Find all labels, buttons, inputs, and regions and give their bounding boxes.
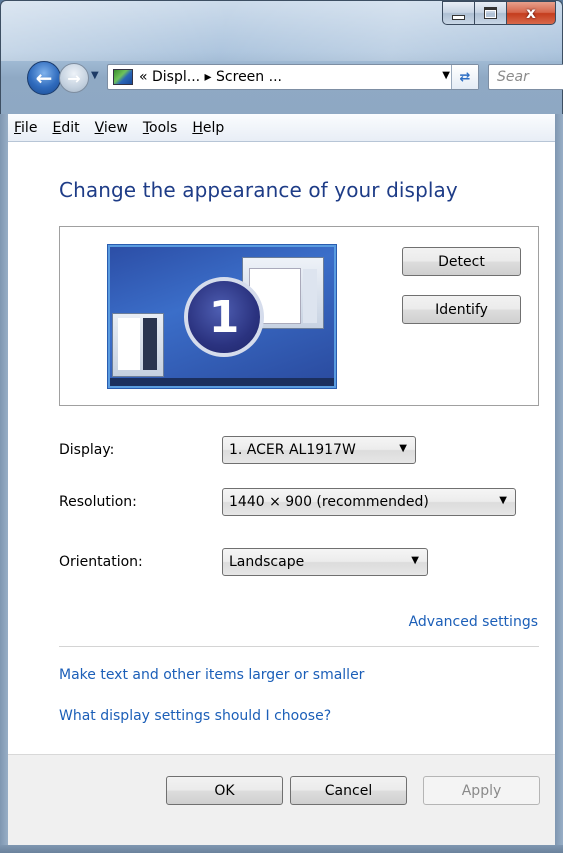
search-input[interactable]: Sear <box>488 64 563 90</box>
identify-button[interactable]: Identify <box>402 295 521 324</box>
close-icon: x <box>526 4 536 22</box>
chevron-down-icon: ▼ <box>499 495 507 506</box>
thumbnail-taskbar <box>110 378 334 386</box>
frame-bottom-edge <box>0 845 563 853</box>
monitor-number-badge: 1 <box>184 277 264 357</box>
resolution-label: Resolution: <box>59 494 137 510</box>
advanced-settings-link[interactable]: Advanced settings <box>409 614 538 630</box>
refresh-button[interactable]: ⇄ <box>451 65 478 89</box>
back-button[interactable]: ← <box>27 61 61 95</box>
detect-button[interactable]: Detect <box>402 247 521 276</box>
chevron-down-icon: ▼ <box>411 555 419 566</box>
chevron-down-icon: ▼ <box>399 443 407 454</box>
monitor-1-thumbnail[interactable]: 1 <box>108 245 336 388</box>
page-title: Change the appearance of your display <box>59 178 458 202</box>
minimize-button[interactable] <box>442 1 474 25</box>
navigation-bar: ← → ▼ « Displ... ▸ Screen ... ▼ ⇄ Sear <box>23 61 563 97</box>
ok-button[interactable]: OK <box>166 776 283 805</box>
display-select-value: 1. ACER AL1917W <box>229 442 356 458</box>
divider <box>59 646 539 647</box>
orientation-label: Orientation: <box>59 554 143 570</box>
text-size-link[interactable]: Make text and other items larger or smal… <box>59 667 364 683</box>
back-arrow-icon: ← <box>35 66 53 90</box>
recent-pages-dropdown[interactable]: ▼ <box>91 70 99 81</box>
orientation-select[interactable]: Landscape ▼ <box>222 548 428 576</box>
thumbnail-window-icon <box>112 313 164 377</box>
maximize-icon <box>484 7 497 19</box>
address-bar[interactable]: « Displ... ▸ Screen ... ▼ ⇄ <box>107 64 479 90</box>
display-folder-icon <box>113 69 133 85</box>
menu-tools[interactable]: Tools <box>137 120 187 136</box>
chevron-down-icon: ▼ <box>91 70 99 81</box>
resolution-select[interactable]: 1440 × 900 (recommended) ▼ <box>222 488 516 516</box>
display-label: Display: <box>59 442 115 458</box>
forward-arrow-icon: → <box>67 68 81 88</box>
menu-edit[interactable]: Edit <box>46 120 88 136</box>
display-select[interactable]: 1. ACER AL1917W ▼ <box>222 436 416 464</box>
menu-file[interactable]: File <box>8 120 46 136</box>
menu-bar: File Edit View Tools Help <box>8 114 555 142</box>
caption-buttons: x <box>442 1 556 25</box>
display-help-link[interactable]: What display settings should I choose? <box>59 708 331 724</box>
orientation-select-value: Landscape <box>229 554 305 570</box>
frame-right-edge <box>555 114 563 845</box>
maximize-button[interactable] <box>474 1 506 25</box>
address-dropdown-icon[interactable]: ▼ <box>442 70 450 81</box>
forward-button[interactable]: → <box>59 63 89 93</box>
close-button[interactable]: x <box>506 1 556 25</box>
cancel-button[interactable]: Cancel <box>290 776 407 805</box>
frame-left-edge <box>0 114 8 845</box>
monitor-preview-panel: 1 Detect Identify <box>59 226 539 406</box>
menu-help[interactable]: Help <box>186 120 233 136</box>
refresh-icon: ⇄ <box>459 69 471 85</box>
resolution-select-value: 1440 × 900 (recommended) <box>229 494 429 510</box>
content-pane: Change the appearance of your display 1 … <box>8 142 555 845</box>
apply-button[interactable]: Apply <box>423 776 540 805</box>
menu-view[interactable]: View <box>89 120 137 136</box>
minimize-icon <box>452 14 465 20</box>
address-breadcrumb[interactable]: « Displ... ▸ Screen ... <box>139 69 282 85</box>
